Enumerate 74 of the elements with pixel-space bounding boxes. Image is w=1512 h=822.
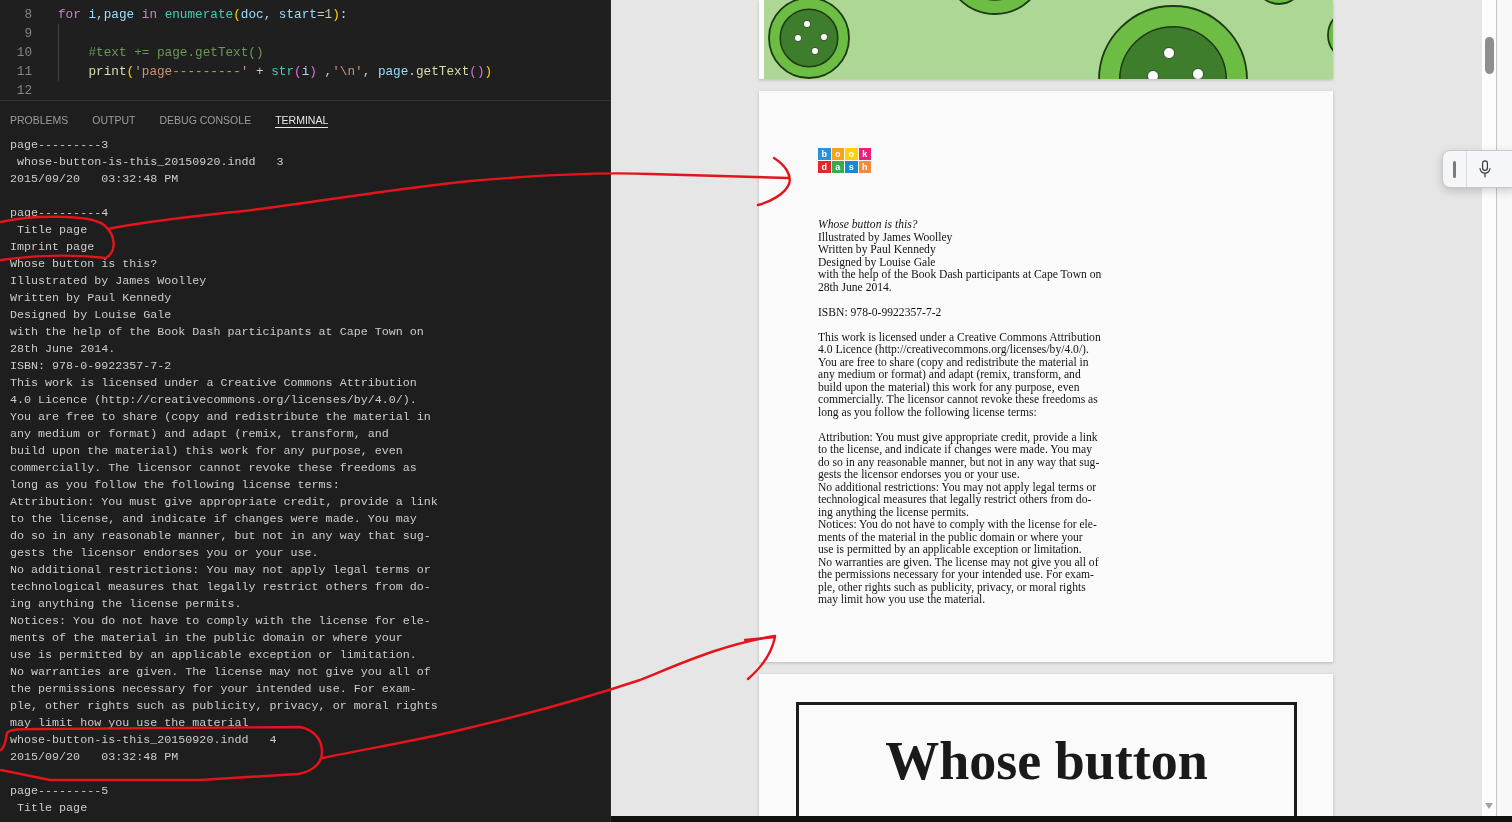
logo-letter-tile: o [831, 148, 844, 160]
terminal-line: do so in any reasonable manner, but not in any way that sug- [10, 528, 432, 545]
code-line: #text += page.getText() [87, 44, 264, 62]
panel-tab[interactable]: TERMINAL [275, 101, 329, 128]
logo-letter-tile: h [858, 161, 871, 173]
terminal-line: 2015/09/20 03:32:48 PM [10, 749, 180, 766]
terminal-line: Attribution: You must give appropriate credit, provide a link [10, 494, 439, 511]
license-paragraph: No additional restrictions: You may not apply legal terms or technological measures that legally restrict others from do- ing anything the license permits. [818, 481, 1097, 519]
license-paragraph: Attribution: You must give appropriate credit, provide a link to the license, and indicate if changes were made. You may do so in any reasonable manner, but not in any way that sug- gests the licensor endorses you or your use. [818, 431, 1100, 482]
terminal-line: use is permitted by an applicable exception or limitation. [10, 647, 418, 664]
terminal-line: 4.0 Licence (http://creativecommons.org/licenses/by/4.0/). [10, 392, 418, 409]
grip-handle-icon[interactable] [1453, 160, 1456, 178]
terminal-line: 28th June 2014. [10, 341, 117, 358]
terminal-line: No warranties are given. The license may not give you all of [10, 664, 432, 681]
code-line: for i,page in enumerate(doc, start=1): [58, 6, 348, 24]
line-number: 9 [23, 25, 32, 43]
scroll-down-icon[interactable] [1485, 803, 1493, 809]
credit-line: Written by Paul Kennedy [818, 244, 936, 257]
license-paragraph: This work is licensed under a Creative Commons Attribution 4.0 Licence (http://creativecommons.org/licenses/by/4.0/). You are free to share (copy and redistribute the material in any medium or format) and adapt (remix, transform, and build upon the material) this work for any purpose, even commercially. The licensor cannot revoke these freedoms as long as you follow the following license terms: [818, 331, 1101, 419]
line-number: 11 [15, 63, 32, 81]
terminal-line: page---------5 [10, 783, 110, 800]
credit-line: Illustrated by James Woolley [818, 231, 953, 244]
logo-letter-tile: b [818, 148, 831, 160]
terminal-line: ISBN: 978-0-9922357-7-2 [10, 358, 173, 375]
logo-letter-tile: a [831, 161, 844, 173]
terminal-line: 2015/09/20 03:32:48 PM [10, 171, 180, 188]
logo-letter-tile: d [818, 161, 831, 173]
terminal-line: Imprint page [10, 239, 96, 256]
terminal-line: long as you follow the following license terms: [10, 477, 341, 494]
terminal-line: page---------4 [10, 205, 110, 222]
terminal-line: Designed by Louise Gale [10, 307, 173, 324]
terminal-line: whose-button-is-this_20150920.indd 3 [16, 154, 285, 171]
terminal-line: Written by Paul Kennedy [10, 290, 173, 307]
terminal-line: Notices: You do not have to comply with the license for ele- [10, 613, 432, 630]
logo-letter-tile: o [845, 148, 858, 160]
line-number: 8 [23, 6, 32, 24]
line-number: 12 [15, 82, 32, 100]
scrollbar-thumb[interactable] [1484, 37, 1494, 74]
terminal-line: to the license, and indicate if changes were made. You may [10, 511, 418, 528]
panel-tab[interactable]: PROBLEMS [10, 101, 69, 128]
license-paragraph: Notices: You do not have to comply with the license for ele- ments of the material in the public domain or where your use is permitted by an applicable exception or limitation. [818, 519, 1097, 557]
license-paragraph: No warranties are given. The license may not give you all of the permissions necessary for your intended use. For exam- ple, other rights such as publicity, privacy, or moral rights may limit how you use the material. [818, 556, 1099, 607]
terminal-line: build upon the material) this work for any purpose, even [10, 443, 404, 460]
line-number: 10 [15, 44, 32, 62]
terminal-line: This work is licensed under a Creative Commons Attribution [10, 375, 418, 392]
terminal-line: Whose button is this? [10, 256, 159, 273]
terminal-line: whose-button-is-this_20150920.indd 4 [10, 732, 278, 749]
logo-letter-tile: k [858, 148, 871, 160]
terminal-line: Title page [16, 800, 89, 817]
terminal-line: commercially. The licensor cannot revoke these freedoms as [10, 460, 418, 477]
terminal-line: ple, other rights such as publicity, privacy, or moral rights [10, 698, 439, 715]
logo-letter-tile: s [845, 161, 858, 173]
terminal-line: page---------3 [10, 137, 110, 154]
terminal-line: Illustrated by James Woolley [10, 273, 208, 290]
book-title: Whose button is this? [818, 219, 918, 232]
terminal-line: technological measures that legally restrict others from do- [10, 579, 432, 596]
panel-tab[interactable]: OUTPUT [92, 101, 136, 128]
terminal-line: any medium or format) and adapt (remix, transform, and [10, 426, 390, 443]
terminal-line: gests the licensor endorses you or your use. [10, 545, 320, 562]
credit-line: with the help of the Book Dash participants at Cape Town on 28th June 2014. [818, 269, 1102, 294]
book-title-heading: Whose button [885, 731, 1208, 791]
panel-tab[interactable]: DEBUG CONSOLE [159, 101, 252, 128]
terminal-line: Title page [16, 222, 89, 239]
terminal-line: ments of the material in the public domain or where your [10, 630, 404, 647]
terminal-line: the permissions necessary for your intended use. For exam- [10, 681, 418, 698]
code-line: print('page---------' + str(i) ,'\n', page.getText()) [87, 63, 493, 81]
terminal-line: may limit how you use the material [10, 715, 250, 732]
terminal-line: No additional restrictions: You may not apply legal terms or [10, 562, 432, 579]
credit-line: Designed by Louise Gale [818, 256, 936, 269]
terminal-line: with the help of the Book Dash participants at Cape Town on [10, 324, 425, 341]
terminal-line: You are free to share (copy and redistribute the material in [10, 409, 432, 426]
isbn-line: ISBN: 978-0-9922357-7-2 [818, 306, 942, 319]
microphone-icon[interactable] [1479, 160, 1491, 178]
terminal-line: ing anything the license permits. [10, 596, 243, 613]
